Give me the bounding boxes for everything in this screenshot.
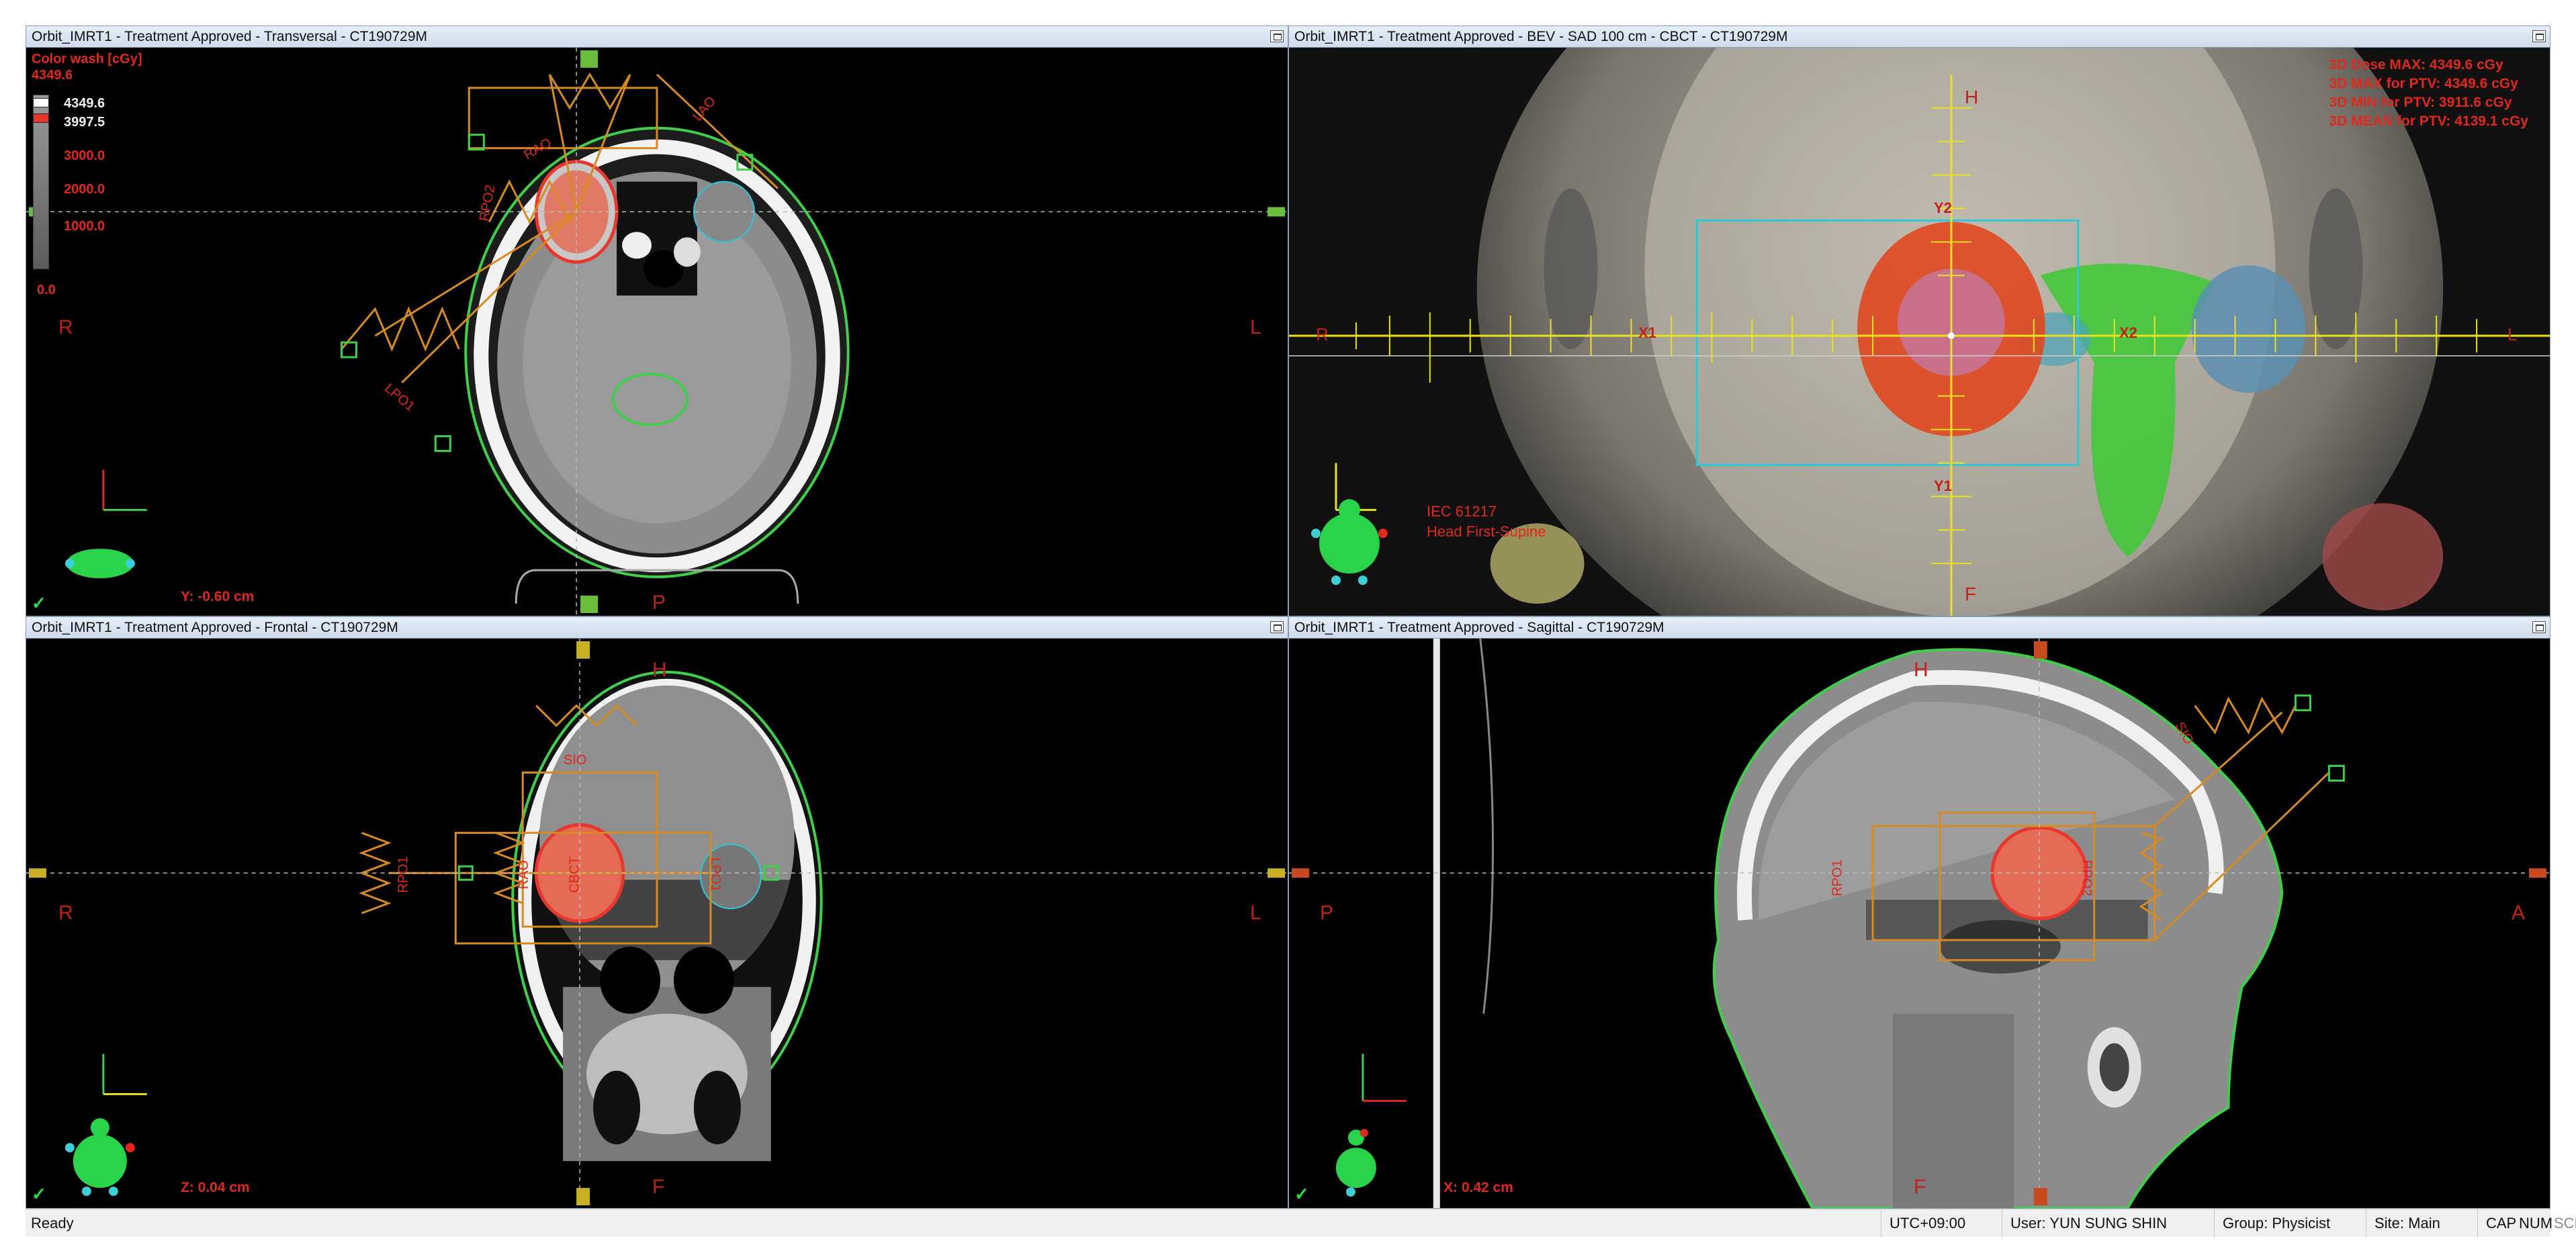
beam-label: RAO bbox=[517, 860, 532, 890]
colorwash-bottom-marker[interactable] bbox=[33, 113, 49, 123]
status-scrl: SCRL bbox=[2554, 1215, 2576, 1232]
maximize-icon[interactable] bbox=[1270, 30, 1284, 42]
colorwash-top-marker[interactable] bbox=[33, 98, 49, 107]
dose-statistics: 3D Dose MAX: 4349.6 cGy 3D MAX for PTV: … bbox=[2329, 56, 2528, 131]
orient-right: A bbox=[2512, 902, 2526, 924]
beam-label: CBCT bbox=[567, 856, 582, 893]
sagittal-title: Orbit_IMRT1 - Treatment Approved - Sagit… bbox=[1289, 617, 2550, 639]
orient-left: P bbox=[1320, 902, 1334, 924]
ptv-mean: 3D MEAN for PTV: 4139.1 cGy bbox=[2329, 113, 2528, 129]
check-icon: ✓ bbox=[1294, 1184, 1309, 1204]
ptv-max: 3D MAX for PTV: 4349.6 cGy bbox=[2329, 76, 2518, 91]
colorwash-title: Color wash [cGy] bbox=[32, 52, 142, 66]
slice-coordinate: Y: -0.60 cm bbox=[181, 589, 255, 604]
beam-label: LPO1 bbox=[708, 857, 723, 892]
status-ready: Ready bbox=[31, 1215, 74, 1232]
transversal-pane[interactable]: Orbit_IMRT1 - Treatment Approved - Trans… bbox=[26, 26, 1288, 616]
beam-label: SIO bbox=[564, 753, 587, 768]
iec-label: IEC 61217 bbox=[1427, 503, 1497, 520]
orient-right: L bbox=[1250, 902, 1261, 924]
bev-label-y2: Y2 bbox=[1934, 199, 1952, 216]
bev-label-x1: X1 bbox=[1638, 324, 1656, 341]
bev-label-bottom: F bbox=[1965, 584, 1977, 604]
bev-label-left: R bbox=[1316, 324, 1329, 344]
maximize-icon[interactable] bbox=[2532, 30, 2546, 42]
colorwash-max: 4349.6 bbox=[32, 68, 73, 83]
orient-right: L bbox=[1250, 316, 1261, 338]
bev-label-top: H bbox=[1965, 87, 1979, 107]
slice-coordinate: Z: 0.04 cm bbox=[181, 1180, 250, 1195]
status-group: Group: Physicist bbox=[2214, 1209, 2366, 1238]
frontal-image bbox=[26, 639, 1288, 1208]
bev-title: Orbit_IMRT1 - Treatment Approved - BEV -… bbox=[1289, 26, 2550, 48]
orient-bottom: F bbox=[1914, 1176, 1926, 1198]
status-bar: Ready UTC+09:00 User: YUN SUNG SHIN Grou… bbox=[26, 1209, 2576, 1238]
status-site: Site: Main bbox=[2366, 1209, 2477, 1238]
patient-orientation-label: Head First-Supine bbox=[1427, 523, 1546, 540]
dose-max: 3D Dose MAX: 4349.6 cGy bbox=[2329, 57, 2503, 73]
frontal-pane[interactable]: Orbit_IMRT1 - Treatment Approved - Front… bbox=[26, 616, 1288, 1209]
check-icon: ✓ bbox=[32, 593, 46, 613]
transversal-image bbox=[26, 48, 1288, 616]
status-num: NUM bbox=[2519, 1215, 2553, 1232]
sagittal-image bbox=[1289, 639, 2550, 1208]
bev-label-x2: X2 bbox=[2119, 324, 2137, 341]
check-icon: ✓ bbox=[32, 1184, 46, 1204]
beam-label: RPO1 bbox=[396, 856, 411, 893]
sagittal-pane[interactable]: Orbit_IMRT1 - Treatment Approved - Sagit… bbox=[1288, 616, 2550, 1209]
transversal-title: Orbit_IMRT1 - Treatment Approved - Trans… bbox=[26, 26, 1288, 48]
status-user: User: YUN SUNG SHIN bbox=[2002, 1209, 2214, 1238]
colorwash-level-2: 3997.5 bbox=[64, 115, 105, 130]
slice-coordinate: X: 0.42 cm bbox=[1444, 1180, 1513, 1195]
colorwash-level-4: 2000.0 bbox=[64, 182, 105, 197]
orient-bottom: P bbox=[652, 592, 666, 614]
transversal-view[interactable]: Color wash [cGy] 4349.6 4349.6 3997.5 30… bbox=[26, 48, 1288, 616]
orient-top: H bbox=[1914, 659, 1928, 681]
orient-top: H bbox=[652, 659, 667, 681]
bev-label-right: L bbox=[2507, 324, 2518, 344]
colorwash-level-3: 3000.0 bbox=[64, 148, 105, 163]
ptv-min: 3D MIN for PTV: 3911.6 cGy bbox=[2329, 95, 2512, 110]
colorwash-level-6: 0.0 bbox=[37, 283, 56, 297]
frontal-title: Orbit_IMRT1 - Treatment Approved - Front… bbox=[26, 617, 1288, 639]
orient-left: R bbox=[58, 902, 73, 924]
orient-bottom: F bbox=[652, 1176, 665, 1198]
frontal-view[interactable]: H F R L SIO RPO1 RAO CBCT LPO1 Z: 0.04 c… bbox=[26, 639, 1288, 1208]
orient-left: R bbox=[58, 316, 73, 338]
bev-label-y1: Y1 bbox=[1934, 477, 1952, 494]
bev-pane[interactable]: Orbit_IMRT1 - Treatment Approved - BEV -… bbox=[1288, 26, 2550, 616]
status-cap: CAP bbox=[2477, 1209, 2516, 1238]
bev-view[interactable]: H F R L X1 X2 Y1 Y2 IEC 61217 Head First… bbox=[1289, 48, 2550, 616]
maximize-icon[interactable] bbox=[2532, 621, 2546, 633]
sagittal-view[interactable]: H F P A SIO RPO1 RPO2 X: 0.42 cm ✓ bbox=[1289, 639, 2550, 1208]
colorwash-level-1: 4349.6 bbox=[64, 96, 105, 111]
maximize-icon[interactable] bbox=[1270, 621, 1284, 633]
status-timezone: UTC+09:00 bbox=[1881, 1209, 2002, 1238]
beam-label: RPO1 bbox=[1830, 860, 1845, 896]
beam-label: RPO2 bbox=[2079, 860, 2094, 896]
colorwash-level-5: 1000.0 bbox=[64, 219, 105, 234]
